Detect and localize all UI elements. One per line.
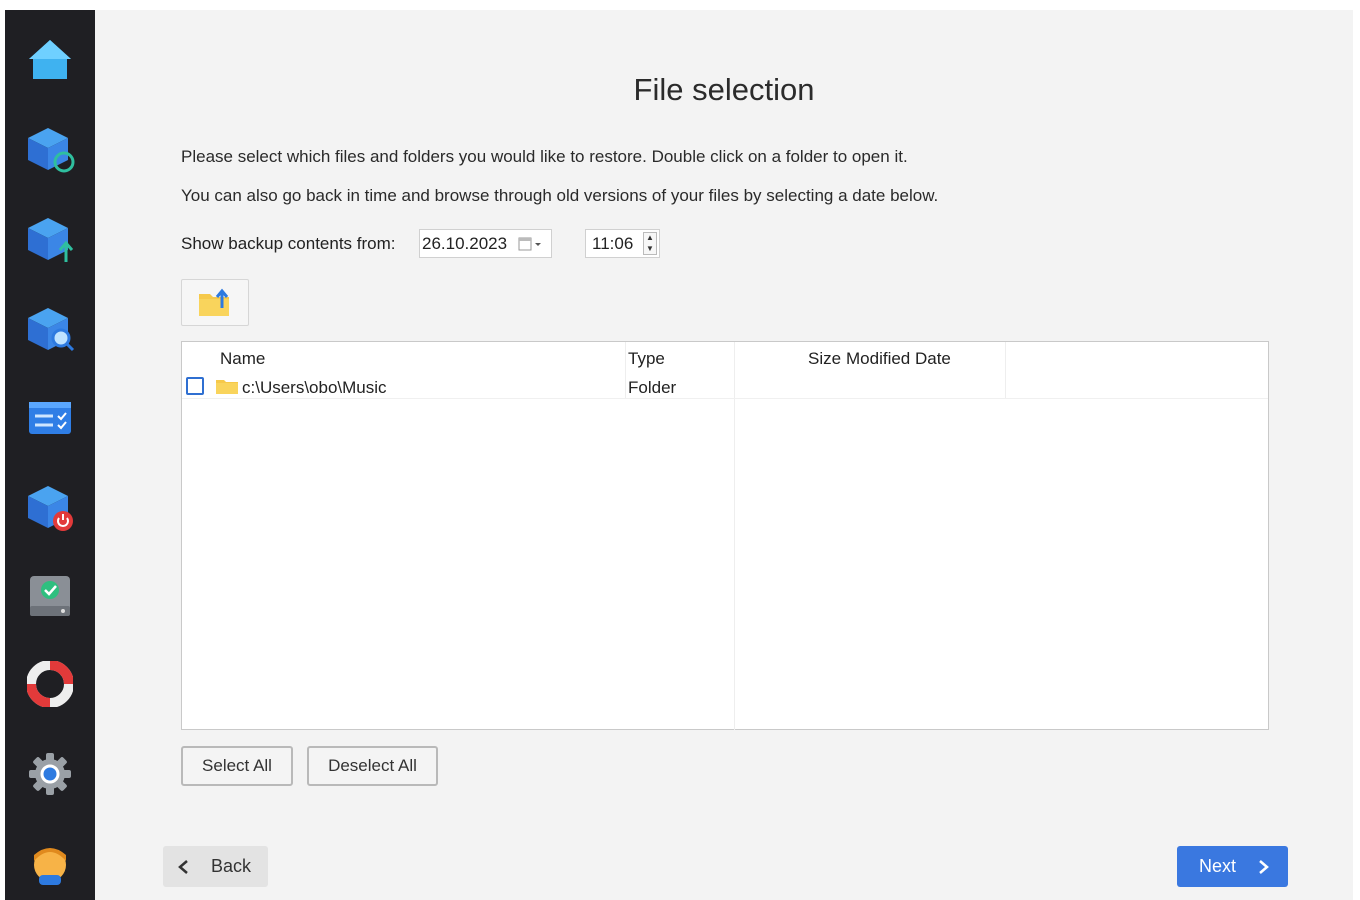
row-divider <box>182 398 1268 399</box>
backup-time-field[interactable]: 11:06 ▲ ▼ <box>585 229 660 258</box>
back-button-label: Back <box>211 856 252 876</box>
disk-check-icon[interactable] <box>22 568 78 624</box>
column-header-type[interactable]: Type <box>628 349 665 369</box>
parent-folder-button[interactable] <box>181 279 249 326</box>
settings-gear-icon[interactable] <box>22 746 78 802</box>
column-header-name[interactable]: Name <box>220 349 265 369</box>
column-separator <box>1005 342 1006 398</box>
backup-date-value: 26.10.2023 <box>422 234 508 253</box>
file-list[interactable]: Name Type Size Modified Date c:\Users\ob… <box>181 341 1269 730</box>
backup-power-icon[interactable] <box>22 480 78 536</box>
page-title: File selection <box>633 72 815 107</box>
time-decrement-button[interactable]: ▼ <box>644 244 656 255</box>
history-instructions-text: You can also go back in time and browse … <box>181 186 939 205</box>
backup-date-picker[interactable]: 26.10.2023 <box>419 229 552 258</box>
sidebar <box>5 10 95 900</box>
main-panel: File selection Please select which files… <box>95 10 1353 900</box>
home-icon[interactable] <box>22 32 78 88</box>
row-checkbox[interactable] <box>186 377 204 395</box>
backup-refresh-icon[interactable] <box>22 122 78 178</box>
back-button[interactable]: Back <box>163 846 268 887</box>
file-type-cell: Folder <box>628 378 677 397</box>
folder-icon <box>216 380 238 394</box>
time-spinner: ▲ ▼ <box>643 232 657 255</box>
chevron-left-icon <box>177 859 189 875</box>
deselect-all-button[interactable]: Deselect All <box>307 746 438 786</box>
show-contents-label: Show backup contents from: <box>181 234 396 253</box>
backup-upload-icon[interactable] <box>22 212 78 268</box>
file-name-cell[interactable]: c:\Users\obo\Music <box>242 378 387 398</box>
chevron-right-icon <box>1258 859 1270 875</box>
backup-search-icon[interactable] <box>22 302 78 358</box>
time-increment-button[interactable]: ▲ <box>644 233 656 244</box>
select-all-button[interactable]: Select All <box>181 746 293 786</box>
instructions-text: Please select which files and folders yo… <box>181 147 908 166</box>
column-header-size[interactable]: Size <box>808 349 841 369</box>
column-header-modified-date[interactable]: Modified Date <box>846 349 951 369</box>
backup-time-value: 11:06 <box>592 234 634 253</box>
column-separator <box>625 342 626 398</box>
user-avatar-icon[interactable] <box>22 836 78 892</box>
next-button[interactable]: Next <box>1177 846 1288 887</box>
next-button-label: Next <box>1199 856 1237 876</box>
task-list-icon[interactable] <box>22 390 78 446</box>
column-separator <box>734 342 735 730</box>
folder-up-icon <box>199 288 229 316</box>
calendar-dropdown-icon[interactable] <box>517 234 545 254</box>
help-lifebuoy-icon[interactable] <box>22 656 78 712</box>
